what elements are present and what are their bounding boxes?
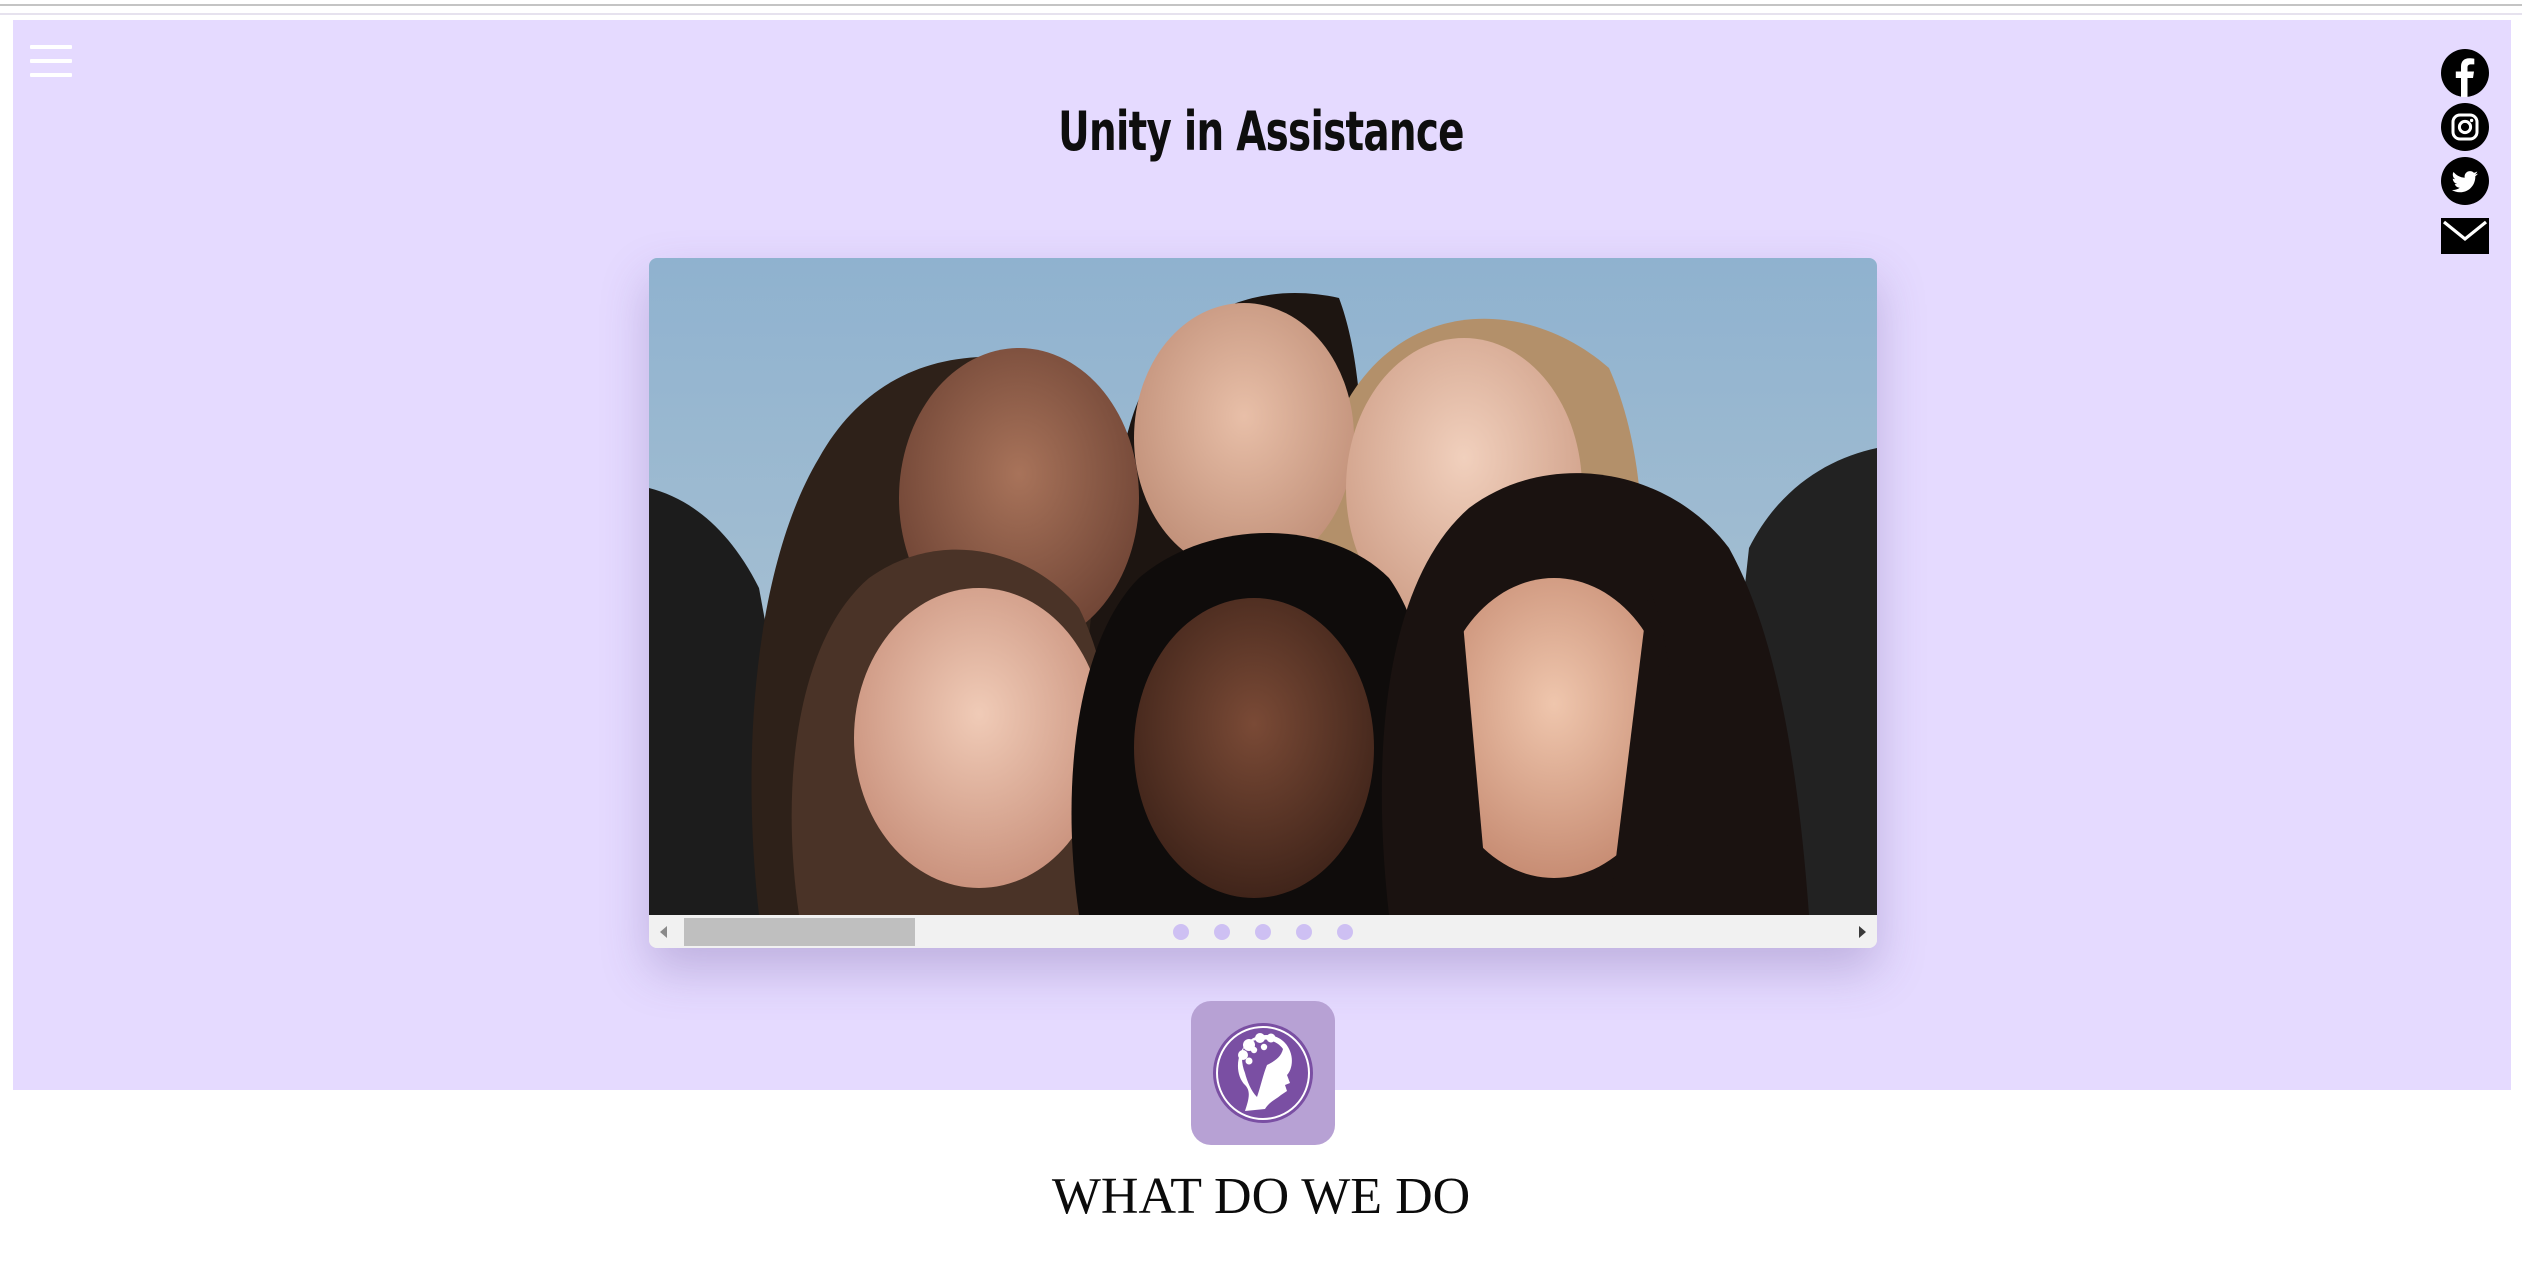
social-links (2440, 48, 2490, 264)
carousel-dots (649, 915, 1877, 948)
carousel-scrollbar[interactable] (649, 915, 1877, 948)
instagram-icon[interactable] (2440, 102, 2490, 152)
hamburger-bar (30, 73, 72, 77)
twitter-icon[interactable] (2440, 156, 2490, 206)
carousel-dot[interactable] (1214, 923, 1230, 940)
browser-top-rule (0, 4, 2522, 6)
carousel-slide-photo (649, 258, 1877, 915)
image-carousel[interactable] (649, 258, 1877, 948)
hamburger-menu-button[interactable] (30, 45, 72, 77)
hamburger-bar (30, 45, 72, 49)
woman-profile-logo-icon (1213, 1023, 1313, 1123)
carousel-dot[interactable] (1337, 923, 1353, 940)
brand-logo (1191, 1001, 1335, 1145)
carousel-dot[interactable] (1255, 923, 1271, 940)
carousel-dot[interactable] (1173, 923, 1189, 940)
carousel-dot[interactable] (1296, 923, 1312, 940)
site-title: Unity in Assistance (1058, 100, 1464, 163)
browser-top-rule-secondary (0, 13, 2522, 15)
hamburger-bar (30, 59, 72, 63)
section-heading: WHAT DO WE DO (1051, 1168, 1471, 1225)
scroll-right-arrow-icon[interactable] (1853, 923, 1871, 941)
email-icon[interactable] (2440, 210, 2490, 260)
facebook-icon[interactable] (2440, 48, 2490, 98)
